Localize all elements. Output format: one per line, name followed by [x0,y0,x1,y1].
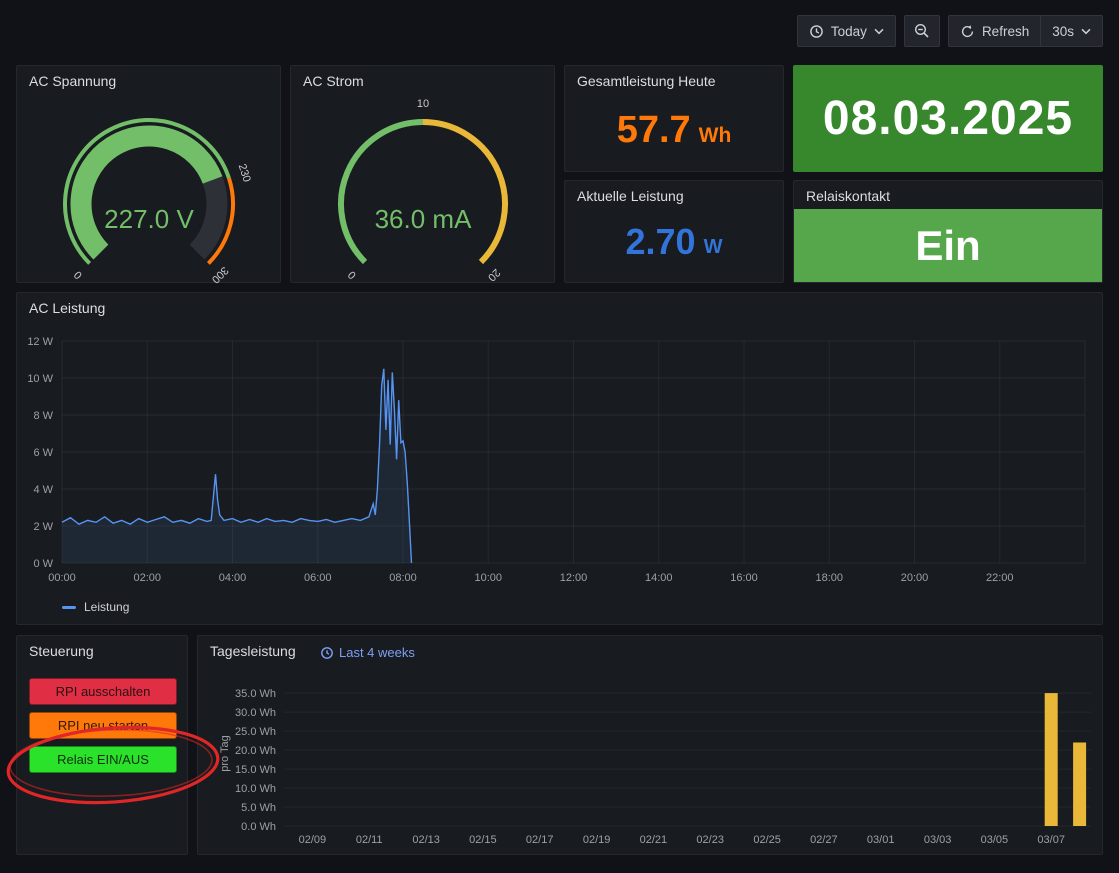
svg-text:02/27: 02/27 [810,834,838,846]
panel-gesamtleistung-heute: Gesamtleistung Heute 57.7 Wh [564,65,784,172]
svg-text:20: 20 [485,266,502,283]
svg-text:300: 300 [209,264,230,285]
refresh-icon [960,24,975,39]
panel-title: AC Spannung [29,73,116,89]
gesamtleistung-value: 57.7 Wh [565,92,783,167]
time-range-label: Today [831,24,867,39]
svg-text:02:00: 02:00 [133,572,161,584]
ac-leistung-chart[interactable]: 0 W 2 W 4 W 6 W 8 W 10 W 12 W 00:00 02:00 04:00 06… [17,293,1102,593]
time-range-picker[interactable]: Today [797,15,896,47]
svg-text:25.0 Wh: 25.0 Wh [235,726,276,738]
svg-text:0: 0 [346,268,359,281]
svg-text:06:00: 06:00 [304,572,332,584]
stat-number: 2.70 [626,224,696,260]
svg-text:35.0 Wh: 35.0 Wh [235,688,276,700]
svg-text:15.0 Wh: 15.0 Wh [235,764,276,776]
ac-spannung-gauge: 0230300227.0 V [29,92,269,280]
panel-title: Steuerung [29,643,94,659]
refresh-group: Refresh 30s [948,15,1103,47]
svg-text:0: 0 [72,268,85,281]
svg-text:12 W: 12 W [27,336,53,348]
svg-text:20:00: 20:00 [901,572,929,584]
chevron-down-icon [1081,28,1091,35]
legend-swatch [62,606,76,609]
svg-text:20.0 Wh: 20.0 Wh [235,745,276,757]
svg-text:03/03: 03/03 [924,834,952,846]
svg-text:16:00: 16:00 [730,572,758,584]
svg-text:14:00: 14:00 [645,572,673,584]
svg-text:00:00: 00:00 [48,572,76,584]
svg-text:10:00: 10:00 [474,572,502,584]
panel-datum: 08.03.2025 [793,65,1103,172]
refresh-label: Refresh [982,24,1029,39]
clock-icon [809,24,824,39]
svg-text:02/19: 02/19 [583,834,611,846]
panel-aktuelle-leistung: Aktuelle Leistung 2.70 W [564,180,784,283]
panel-relaiskontakt: Relaiskontakt Ein [793,180,1103,283]
toolbar: Today Refresh 30s [797,15,1103,47]
steuerung-button-rpi-ausschalten[interactable]: RPI ausschalten [29,678,177,705]
tagesleistung-chart[interactable]: 0.0 Wh 5.0 Wh 10.0 Wh 15.0 Wh 20.0 Wh 25.0 Wh… [198,636,1102,854]
panel-title: Relaiskontakt [806,188,890,204]
chevron-down-icon [874,28,884,35]
svg-text:08:00: 08:00 [389,572,417,584]
svg-text:18:00: 18:00 [815,572,843,584]
svg-text:02/11: 02/11 [356,834,383,846]
svg-text:02/13: 02/13 [412,834,440,846]
refresh-interval-dropdown[interactable]: 30s [1040,15,1103,47]
svg-text:227.0 V: 227.0 V [104,204,194,234]
panel-title: Aktuelle Leistung [577,188,684,204]
svg-text:04:00: 04:00 [219,572,247,584]
steuerung-button-rpi-neu-starten[interactable]: RPI neu starten [29,712,177,739]
panel-ac-leistung: AC Leistung 0 W2 W4 W6 W8 W10 W12 W00:00… [16,292,1103,625]
zoom-out-icon [914,23,930,39]
date-value: 08.03.2025 [794,66,1102,171]
svg-text:8 W: 8 W [33,410,53,422]
svg-text:02/21: 02/21 [640,834,668,846]
svg-text:0 W: 0 W [33,558,53,570]
svg-text:02/23: 02/23 [696,834,724,846]
svg-text:4 W: 4 W [33,484,53,496]
panel-steuerung: Steuerung RPI ausschalten RPI neu starten… [16,635,188,855]
svg-text:02/17: 02/17 [526,834,554,846]
svg-text:03/07: 03/07 [1037,834,1065,846]
refresh-button[interactable]: Refresh [948,15,1040,47]
svg-text:22:00: 22:00 [986,572,1014,584]
steuerung-button-relais-ein-aus[interactable]: Relais EIN/AUS [29,746,177,773]
stat-number: 57.7 [617,111,691,149]
svg-text:10.0 Wh: 10.0 Wh [235,783,276,795]
relais-state: Ein [794,209,1102,282]
zoom-out-button[interactable] [904,15,940,47]
panel-ac-strom: AC Strom 0 10 20 36.0 mA [290,65,555,283]
svg-text:2 W: 2 W [33,521,53,533]
svg-text:36.0 mA: 36.0 mA [375,204,472,234]
svg-text:pro Tag: pro Tag [219,735,231,772]
svg-text:02/15: 02/15 [469,834,497,846]
legend-label: Leistung [84,600,129,614]
svg-text:10: 10 [417,98,429,110]
chart-legend[interactable]: Leistung [62,600,129,614]
panel-ac-spannung: AC Spannung 0 230 300 227.0 V [16,65,281,283]
svg-text:230: 230 [236,162,253,183]
panel-title: AC Strom [303,73,364,89]
svg-text:30.0 Wh: 30.0 Wh [235,707,276,719]
stat-unit: Wh [699,124,732,148]
aktuelle-leistung-value: 2.70 W [565,205,783,278]
svg-text:5.0 Wh: 5.0 Wh [241,802,276,814]
panel-tagesleistung: Tagesleistung Last 4 weeks 0.0 Wh5.0 Wh1… [197,635,1103,855]
svg-text:10 W: 10 W [27,373,53,385]
panel-title: Gesamtleistung Heute [577,73,716,89]
svg-text:0.0 Wh: 0.0 Wh [241,821,276,833]
svg-text:03/01: 03/01 [867,834,895,846]
svg-text:02/09: 02/09 [299,834,327,846]
ac-strom-gauge: 0 10 20 36.0 mA [303,92,543,280]
svg-text:6 W: 6 W [33,447,53,459]
stat-unit: W [704,236,723,259]
svg-text:03/05: 03/05 [981,834,1009,846]
svg-text:02/25: 02/25 [753,834,781,846]
refresh-interval-label: 30s [1052,24,1074,39]
svg-text:12:00: 12:00 [560,572,588,584]
